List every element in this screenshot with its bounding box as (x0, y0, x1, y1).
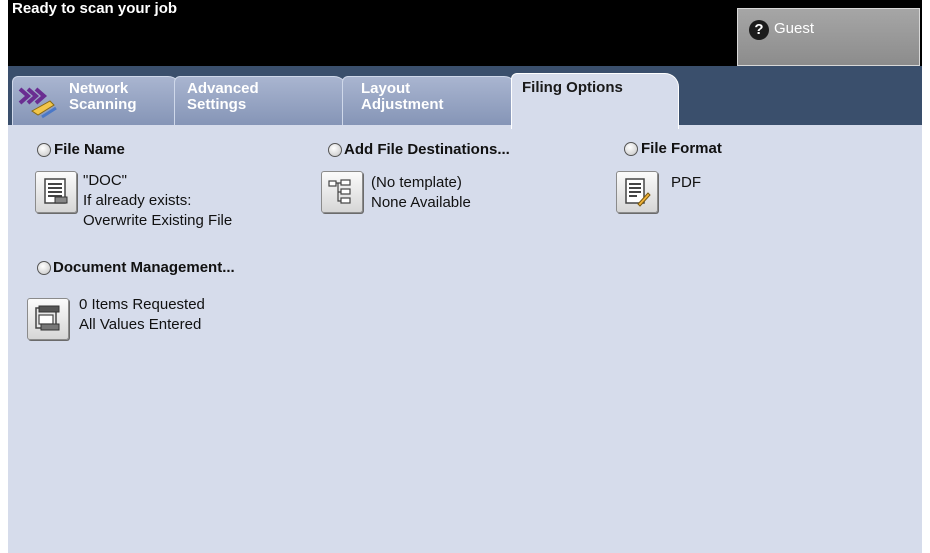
file-format-icon (625, 178, 651, 207)
guest-button[interactable]: ? Guest (737, 8, 920, 66)
tab-layout-adjustment[interactable]: Layout Adjustment (342, 76, 518, 128)
file-destinations-button[interactable] (321, 171, 363, 213)
file-format-value-line: PDF (671, 174, 701, 191)
file-format-heading: File Format (641, 140, 722, 157)
tab-bar: Network Scanning Advanced Settings Layou… (8, 66, 922, 129)
file-name-radio[interactable] (37, 143, 51, 157)
tab-network-label-line2: Scanning (69, 96, 137, 113)
document-management-value-line: All Values Entered (79, 316, 202, 333)
tab-advanced-label-line1: Advanced (187, 80, 259, 97)
file-destinations-icon (328, 179, 351, 204)
document-management-icon (35, 305, 60, 331)
filing-options-panel: File Name "DOC" If already exists: Overw… (8, 125, 922, 553)
tab-network-scanning[interactable]: Network Scanning (12, 76, 182, 128)
file-name-value: "DOC" If already exists: Overwrite Exist… (83, 171, 232, 231)
document-management-value-line: 0 Items Requested (79, 296, 205, 313)
tab-advanced-settings[interactable]: Advanced Settings (174, 76, 348, 128)
file-name-value-line: If already exists: (83, 192, 192, 209)
document-management-radio[interactable] (37, 261, 51, 275)
file-destinations-value-line: None Available (371, 194, 471, 211)
guest-label: Guest (774, 20, 815, 37)
network-scanning-icon (18, 87, 57, 119)
tab-layout-label-line1: Layout (361, 80, 411, 97)
file-name-heading: File Name (54, 141, 125, 158)
file-name-value-line: Overwrite Existing File (83, 212, 233, 229)
document-management-value: 0 Items Requested All Values Entered (79, 295, 205, 335)
tab-filing-label: Filing Options (522, 79, 623, 96)
file-destinations-value-line: (No template) (371, 174, 462, 191)
file-name-button[interactable] (35, 171, 77, 213)
status-message: Ready to scan your job (12, 0, 178, 17)
tab-network-label-line1: Network (69, 80, 129, 97)
key-icon: ? (749, 20, 769, 40)
tab-advanced-label-line2: Settings (187, 96, 247, 113)
tab-layout-label-line2: Adjustment (361, 96, 444, 113)
document-management-button[interactable] (27, 298, 69, 340)
file-destinations-radio[interactable] (328, 143, 342, 157)
document-management-heading: Document Management... (53, 259, 235, 276)
file-format-radio[interactable] (624, 142, 638, 156)
file-name-value-line: "DOC" (83, 172, 127, 189)
touch-screen: Ready to scan your job ? Guest Network S… (8, 0, 922, 553)
file-destinations-heading: Add File Destinations... (344, 141, 510, 158)
file-format-value: PDF (671, 173, 701, 193)
file-name-icon (44, 178, 68, 204)
file-format-button[interactable] (616, 171, 658, 213)
tab-filing-options[interactable]: Filing Options (511, 73, 679, 129)
file-destinations-value: (No template) None Available (371, 173, 471, 213)
